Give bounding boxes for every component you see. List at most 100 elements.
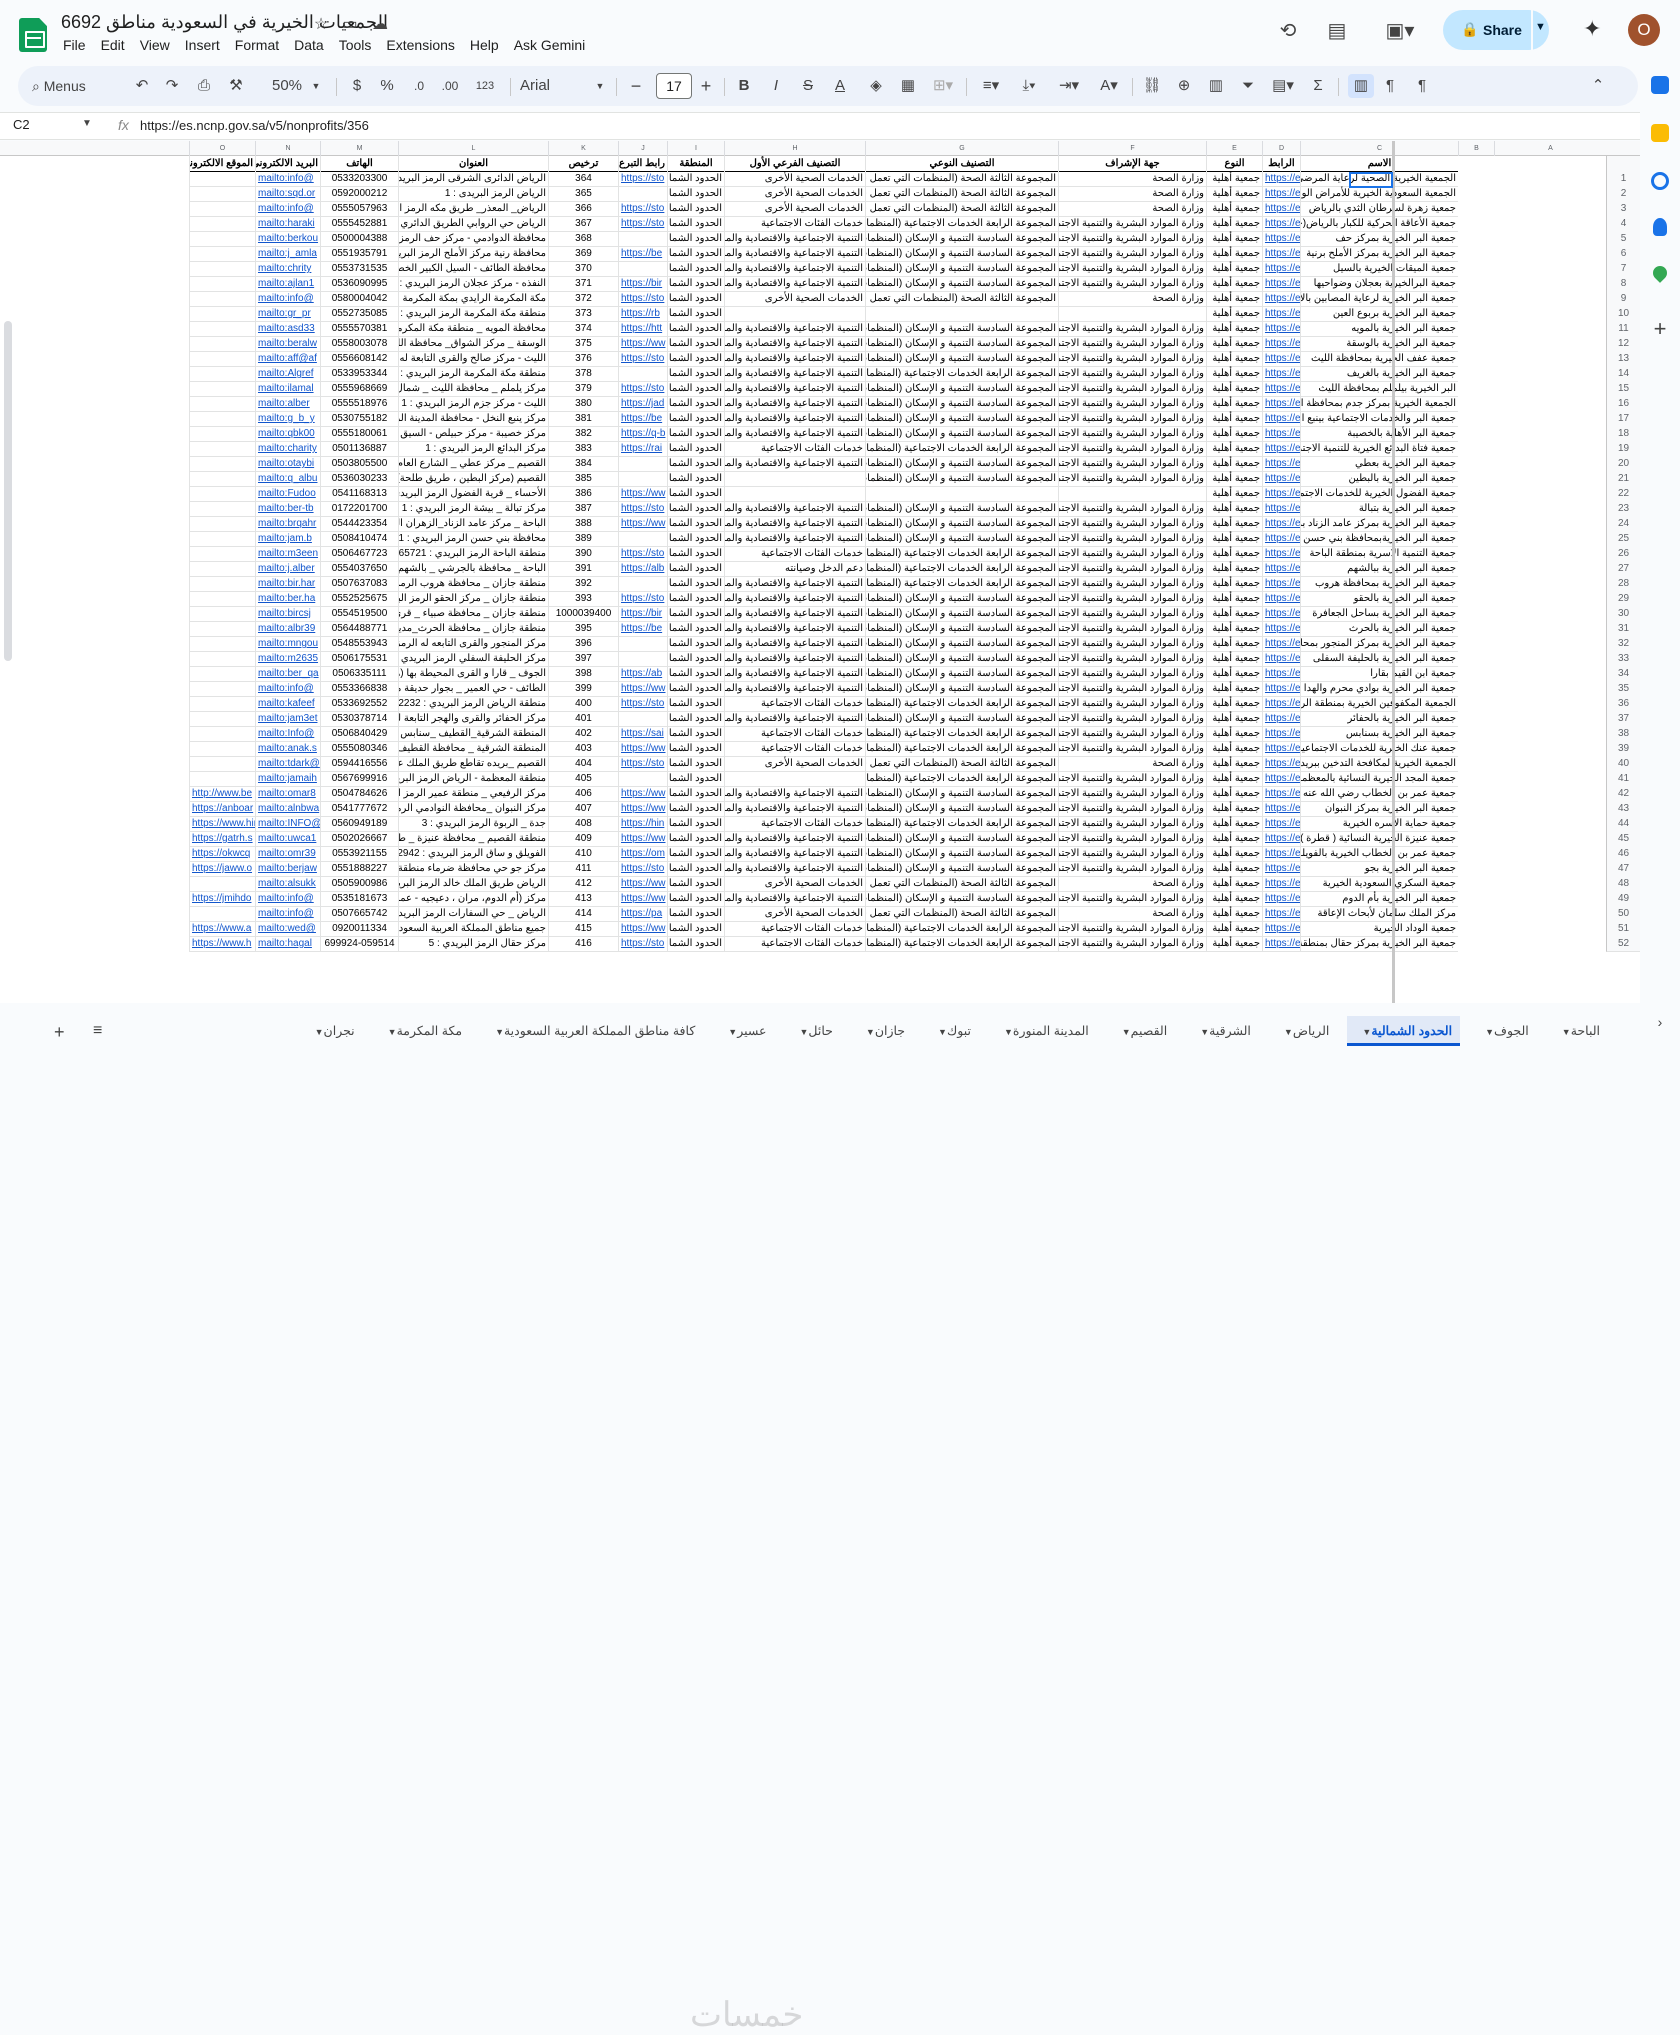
cell-category[interactable]: المجموعة الرابعة الخدمات الاجتماعية (الم… [865,771,1058,787]
cell-license[interactable]: 409 [548,831,618,847]
cell-supervisor[interactable]: وزارة الموارد البشرية والتنمية الاجتماعي… [1058,366,1206,382]
cell-region[interactable]: الحدود الشمالية [667,291,724,307]
row-number[interactable]: 30 [1606,606,1640,622]
cell-type[interactable]: جمعية أهلية [1206,471,1262,487]
cell-type[interactable]: جمعية أهلية [1206,426,1262,442]
rtl-text-icon[interactable]: ¶ [1412,74,1432,98]
cell-email[interactable]: mailto:alnbwa [255,801,320,817]
cell-license[interactable]: 370 [548,261,618,277]
cloud-status-icon[interactable]: ☁ [370,14,390,34]
cell-type[interactable]: جمعية أهلية [1206,651,1262,667]
cell-website[interactable] [189,336,255,352]
cell-website[interactable] [189,606,255,622]
sheet-tab[interactable]: جازان▼ [851,1016,913,1046]
cell-donation-link[interactable] [618,531,667,547]
cell-donation-link[interactable]: https://alb [618,561,667,577]
cell-region[interactable]: الحدود الشمالية [667,801,724,817]
cell-donation-link[interactable]: https://sto [618,291,667,307]
row-number[interactable]: 39 [1606,741,1640,757]
cell-type[interactable]: جمعية أهلية [1206,591,1262,607]
cell-type[interactable]: جمعية أهلية [1206,711,1262,727]
cell-email[interactable]: mailto:berjaw [255,861,320,877]
chevron-down-icon[interactable]: ▼ [938,1027,947,1037]
cell-phone[interactable]: 0500004388 [320,231,398,247]
cell-link[interactable]: https://e [1262,411,1300,427]
cell-supervisor[interactable]: وزارة الموارد البشرية والتنمية الاجتماعي… [1058,681,1206,697]
cell-email[interactable]: mailto:info@ [255,906,320,922]
cell-address[interactable]: مركز يلملم _ محافظة الليث _ شمال شرق ا [398,381,548,397]
cell-email[interactable]: mailto:alsukk [255,876,320,892]
cell-donation-link[interactable]: https://bir [618,276,667,292]
cell-region[interactable]: الحدود الشمالية [667,681,724,697]
sheet-tab[interactable]: المدينة المنورة▼ [989,1016,1097,1046]
cell-category[interactable]: المجموعة السادسة التنمية و الإسكان (المن… [865,606,1058,622]
cell-license[interactable]: 405 [548,771,618,787]
cell-license[interactable]: 413 [548,891,618,907]
cell-website[interactable]: https://anboar [189,801,255,817]
cell-category[interactable]: المجموعة الثالثة الصحة (المنظمات التي تع… [865,756,1058,772]
cell-phone[interactable]: 0533953344 [320,366,398,382]
all-sheets-icon[interactable]: ≡ [93,1022,102,1040]
cell-address[interactable]: منطقة جازان _ محافظة هروب الرمز البري [398,576,548,592]
cell-website[interactable] [189,381,255,397]
cell-category[interactable]: المجموعة السادسة التنمية و الإسكان (المن… [865,831,1058,847]
rtl-sheet-icon[interactable]: ▥ [1348,74,1374,98]
cell-name[interactable]: جمعية البر والخدمات الاجتماعية بينبع الن… [1300,411,1458,427]
cell-sub-category[interactable]: التنمية الاجتماعية والاقتصادية والمجتمعي… [724,516,865,532]
cell-category[interactable]: المجموعة الرابعة الخدمات الاجتماعية (الم… [865,696,1058,712]
cell-website[interactable]: الموقع الالكتروني [189,156,255,172]
cell-phone[interactable]: 0541168313 [320,486,398,502]
share-button[interactable]: 🔒 Share ▼ [1443,10,1549,50]
cell-type[interactable]: جمعية أهلية [1206,666,1262,682]
cell-region[interactable]: الحدود الشمالية [667,741,724,757]
cell-donation-link[interactable]: https://sto [618,546,667,562]
insert-chart-icon[interactable]: ▥ [1206,74,1226,98]
cell-type[interactable]: النوع [1206,156,1262,172]
cell-address[interactable]: مكة المكرمة الرايدي بمكة المكرمة الرمز [398,291,548,307]
cell-license[interactable]: 399 [548,681,618,697]
italic-icon[interactable]: I [766,74,786,98]
cell-email[interactable]: mailto:albr39 [255,621,320,637]
cell-license[interactable]: 369 [548,246,618,262]
cell-address[interactable]: مركز الحليفة السفلي الرمز البريدي : 1 [398,651,548,667]
row-number[interactable]: 17 [1606,411,1640,427]
cell-address[interactable]: منطقة جازان _ مركز الحقو الرمز البريدي [398,591,548,607]
document-title[interactable]: الجمعيات الخيرية في السعودية مناطق 6692 [61,12,388,33]
cell-type[interactable]: جمعية أهلية [1206,681,1262,697]
cell-sub-category[interactable] [724,486,865,502]
row-number[interactable]: 45 [1606,831,1640,847]
row-number[interactable]: 52 [1606,936,1640,952]
cell-type[interactable]: جمعية أهلية [1206,741,1262,757]
cell-phone[interactable]: 0502026667 [320,831,398,847]
cell-email[interactable]: mailto:ber-tb [255,501,320,517]
cell-sub-category[interactable]: التنمية الاجتماعية والاقتصادية والمجتمعي… [724,321,865,337]
cell-sub-category[interactable]: التنمية الاجتماعية والاقتصادية والمجتمعي… [724,501,865,517]
cell-sub-category[interactable]: التنمية الاجتماعية والاقتصادية والمجتمعي… [724,801,865,817]
cell-website[interactable] [189,201,255,217]
cell-sub-category[interactable]: التنمية الاجتماعية والاقتصادية والمجتمعي… [724,621,865,637]
cell-phone[interactable]: 0554037650 [320,561,398,577]
vertical-align-icon[interactable]: ⤓▾ [1014,74,1044,98]
font-size-input[interactable]: 17 [656,73,692,99]
add-ons-icon[interactable]: + [1651,318,1669,340]
cell-email[interactable]: mailto:ber_qa [255,666,320,682]
cell-website[interactable] [189,741,255,757]
cell-category[interactable]: المجموعة السادسة التنمية و الإسكان (المن… [865,231,1058,247]
insert-link-icon[interactable]: ⛓ [1142,74,1162,98]
cell-type[interactable]: جمعية أهلية [1206,216,1262,232]
cell-name[interactable]: جمعية الوداد الخيرية [1300,921,1458,937]
cell-address[interactable]: الرياض _ حي السفارات الرمز البريدي : 5 [398,906,548,922]
cell-phone[interactable]: 0555570381 [320,321,398,337]
cell-license[interactable]: 389 [548,531,618,547]
cell-address[interactable]: منطقة مكة المكرمة الرمز البريدي : 2 [398,366,548,382]
cell-donation-link[interactable]: https://sto [618,696,667,712]
cell-region[interactable]: الحدود الشمالية [667,906,724,922]
cell-link[interactable]: https://e [1262,231,1300,247]
cell-link[interactable]: https://e [1262,621,1300,637]
cell-address[interactable]: الليث - مركز صالح والقرى التابعة له الرم… [398,351,548,367]
cell-license[interactable]: 388 [548,516,618,532]
cell-link[interactable]: https://e [1262,936,1300,952]
cell-license[interactable]: 414 [548,906,618,922]
cell-website[interactable] [189,231,255,247]
row-number[interactable]: 13 [1606,351,1640,367]
